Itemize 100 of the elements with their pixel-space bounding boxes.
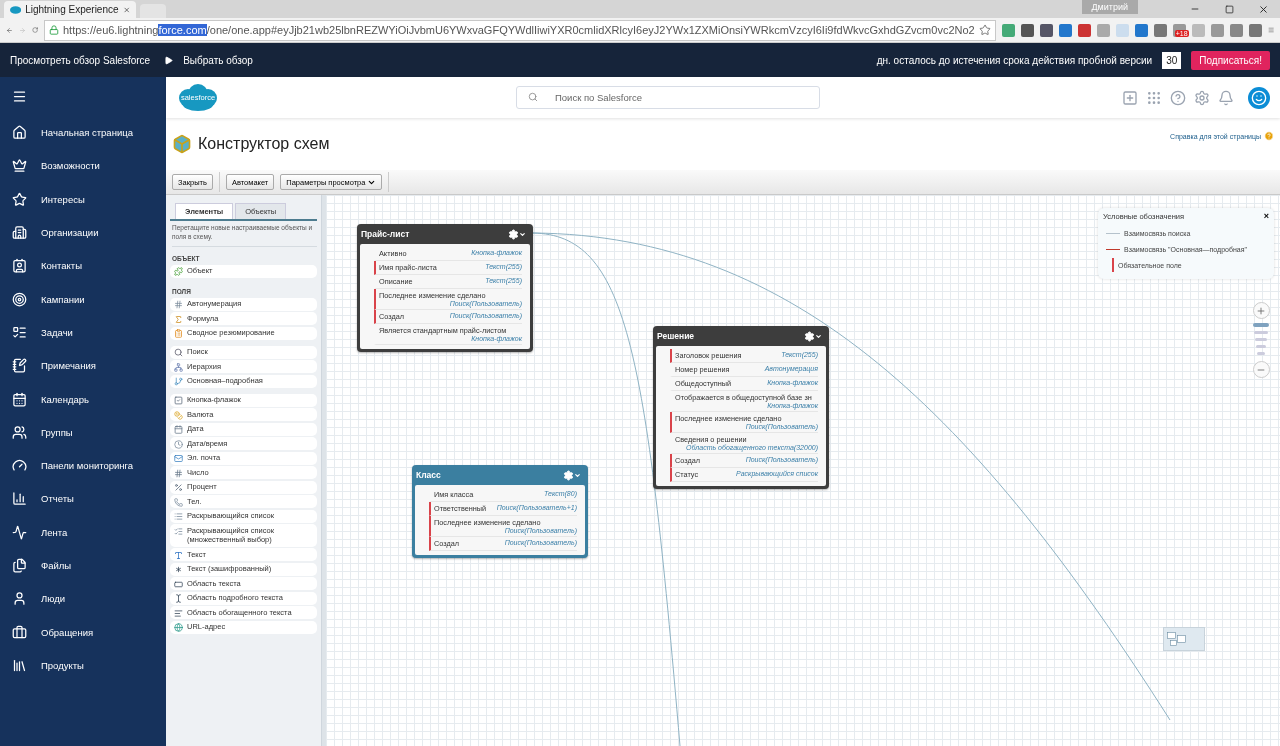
avatar[interactable] (1248, 86, 1270, 109)
nav-item[interactable]: Отчеты (0, 482, 166, 516)
nav-item[interactable]: Обращения (0, 615, 166, 649)
briefcase-icon (12, 624, 27, 640)
extension-icon[interactable] (1134, 23, 1148, 37)
nav-item[interactable]: Файлы (0, 548, 166, 583)
people-icon (12, 424, 27, 440)
files-icon (12, 558, 27, 573)
globe-icon (174, 623, 183, 633)
phone-icon (174, 497, 183, 507)
master-line-swatch (1106, 248, 1120, 250)
nav-item[interactable]: Календарь (0, 382, 166, 416)
lookup-line-swatch (1106, 232, 1120, 234)
minimap[interactable] (1163, 627, 1205, 651)
page-title: Конструктор схем (198, 135, 330, 153)
nav-item[interactable]: Начальная страница (0, 116, 166, 150)
mail-icon (174, 454, 183, 464)
contact-icon (12, 258, 27, 274)
cloud-icon (10, 5, 22, 14)
days-left-count: 30 (1162, 51, 1182, 69)
menu-icon[interactable] (12, 89, 27, 104)
nav-item[interactable]: Продукты (0, 648, 166, 683)
object-title: Класс (416, 470, 441, 480)
crown-icon (12, 158, 27, 174)
object-title: Прайс-лист (361, 229, 410, 239)
text-cursor-icon (174, 594, 183, 604)
gear-menu-icon[interactable] (804, 330, 822, 342)
extension-icon[interactable] (1058, 23, 1072, 37)
notification-icon[interactable] (1218, 89, 1234, 106)
text-area-icon (174, 579, 183, 589)
search-icon (174, 348, 183, 358)
text-icon (174, 550, 183, 560)
nav-item[interactable]: Кампании (0, 282, 166, 316)
browser-tab[interactable]: Lightning Experience (4, 1, 136, 18)
extension-icon[interactable] (1020, 23, 1034, 37)
bar-chart-icon (12, 491, 27, 507)
subscribe-button[interactable]: Подписаться! (1191, 50, 1270, 70)
app-launcher-icon[interactable] (1146, 89, 1162, 106)
person-icon (12, 591, 27, 607)
close-icon[interactable] (1257, 3, 1269, 15)
tour-link[interactable]: Просмотреть обзор Salesforce (10, 54, 151, 66)
nav-item[interactable]: Панели мониторинга (0, 448, 166, 483)
activity-icon (12, 524, 27, 540)
zoom-out-button[interactable] (1252, 361, 1270, 378)
nav-item[interactable]: Контакты (0, 249, 166, 283)
calendar-icon (174, 425, 183, 435)
nav-item[interactable]: Организации (0, 215, 166, 250)
close-button[interactable]: × (1263, 212, 1269, 221)
help-icon[interactable] (1170, 89, 1186, 106)
summary-icon (174, 329, 183, 339)
extension-icon[interactable] (1153, 23, 1167, 37)
star-icon (12, 191, 27, 207)
object-title: Решение (657, 331, 695, 341)
nav-item[interactable]: Интересы (0, 182, 166, 216)
extension-icon[interactable] (1039, 23, 1053, 37)
checklist-icon (174, 526, 183, 536)
lock-icon (49, 25, 59, 35)
extension-icon[interactable] (1077, 23, 1091, 37)
object-icon (174, 267, 183, 277)
hash-icon (174, 300, 183, 310)
checkbox-icon (174, 396, 183, 406)
trial-message: дн. осталось до истечения срока действия пробной версии (876, 54, 1153, 66)
building-icon (12, 225, 27, 241)
nav-item[interactable]: Группы (0, 415, 166, 449)
clock-icon (174, 439, 183, 449)
nav-item[interactable]: Возможности (0, 149, 166, 183)
coins-icon (174, 410, 183, 420)
zoom-in-button[interactable] (1252, 302, 1270, 319)
hierarchy-icon (174, 362, 183, 372)
target-icon (12, 291, 27, 307)
calendar-icon (12, 391, 27, 407)
gear-menu-icon[interactable] (508, 228, 526, 240)
nav-item[interactable]: Примечания (0, 349, 166, 383)
formula-icon (174, 314, 183, 324)
percent-icon (174, 483, 183, 493)
zoom-slider-drawing[interactable] (1252, 322, 1270, 358)
search-icon (528, 92, 538, 102)
plus-icon (1256, 305, 1266, 316)
extension-icon[interactable] (1248, 23, 1262, 37)
reload-icon[interactable] (31, 24, 38, 36)
add-icon[interactable] (1122, 89, 1138, 106)
maximize-icon[interactable] (1224, 4, 1234, 14)
minimap-drawing (1167, 632, 1186, 646)
extension-icon[interactable] (1229, 23, 1243, 37)
nav-item[interactable]: Задачи (0, 315, 166, 350)
play-icon (164, 55, 174, 65)
hash-icon (174, 468, 183, 478)
cube-icon (172, 134, 192, 154)
object-card[interactable] (357, 224, 533, 352)
star-icon[interactable] (978, 24, 991, 36)
note-icon (12, 358, 27, 374)
settings-icon[interactable] (1194, 89, 1210, 106)
nav-item[interactable]: Лента (0, 515, 166, 549)
nav-item[interactable]: Люди (0, 582, 166, 616)
object-card[interactable] (653, 326, 829, 489)
pick-tour-link[interactable]: Выбрать обзор (183, 54, 253, 66)
asterisk-icon (174, 565, 183, 575)
search-field[interactable]: Поиск по Salesforce (516, 86, 820, 109)
task-list-icon (12, 324, 27, 340)
home-icon (12, 125, 27, 141)
